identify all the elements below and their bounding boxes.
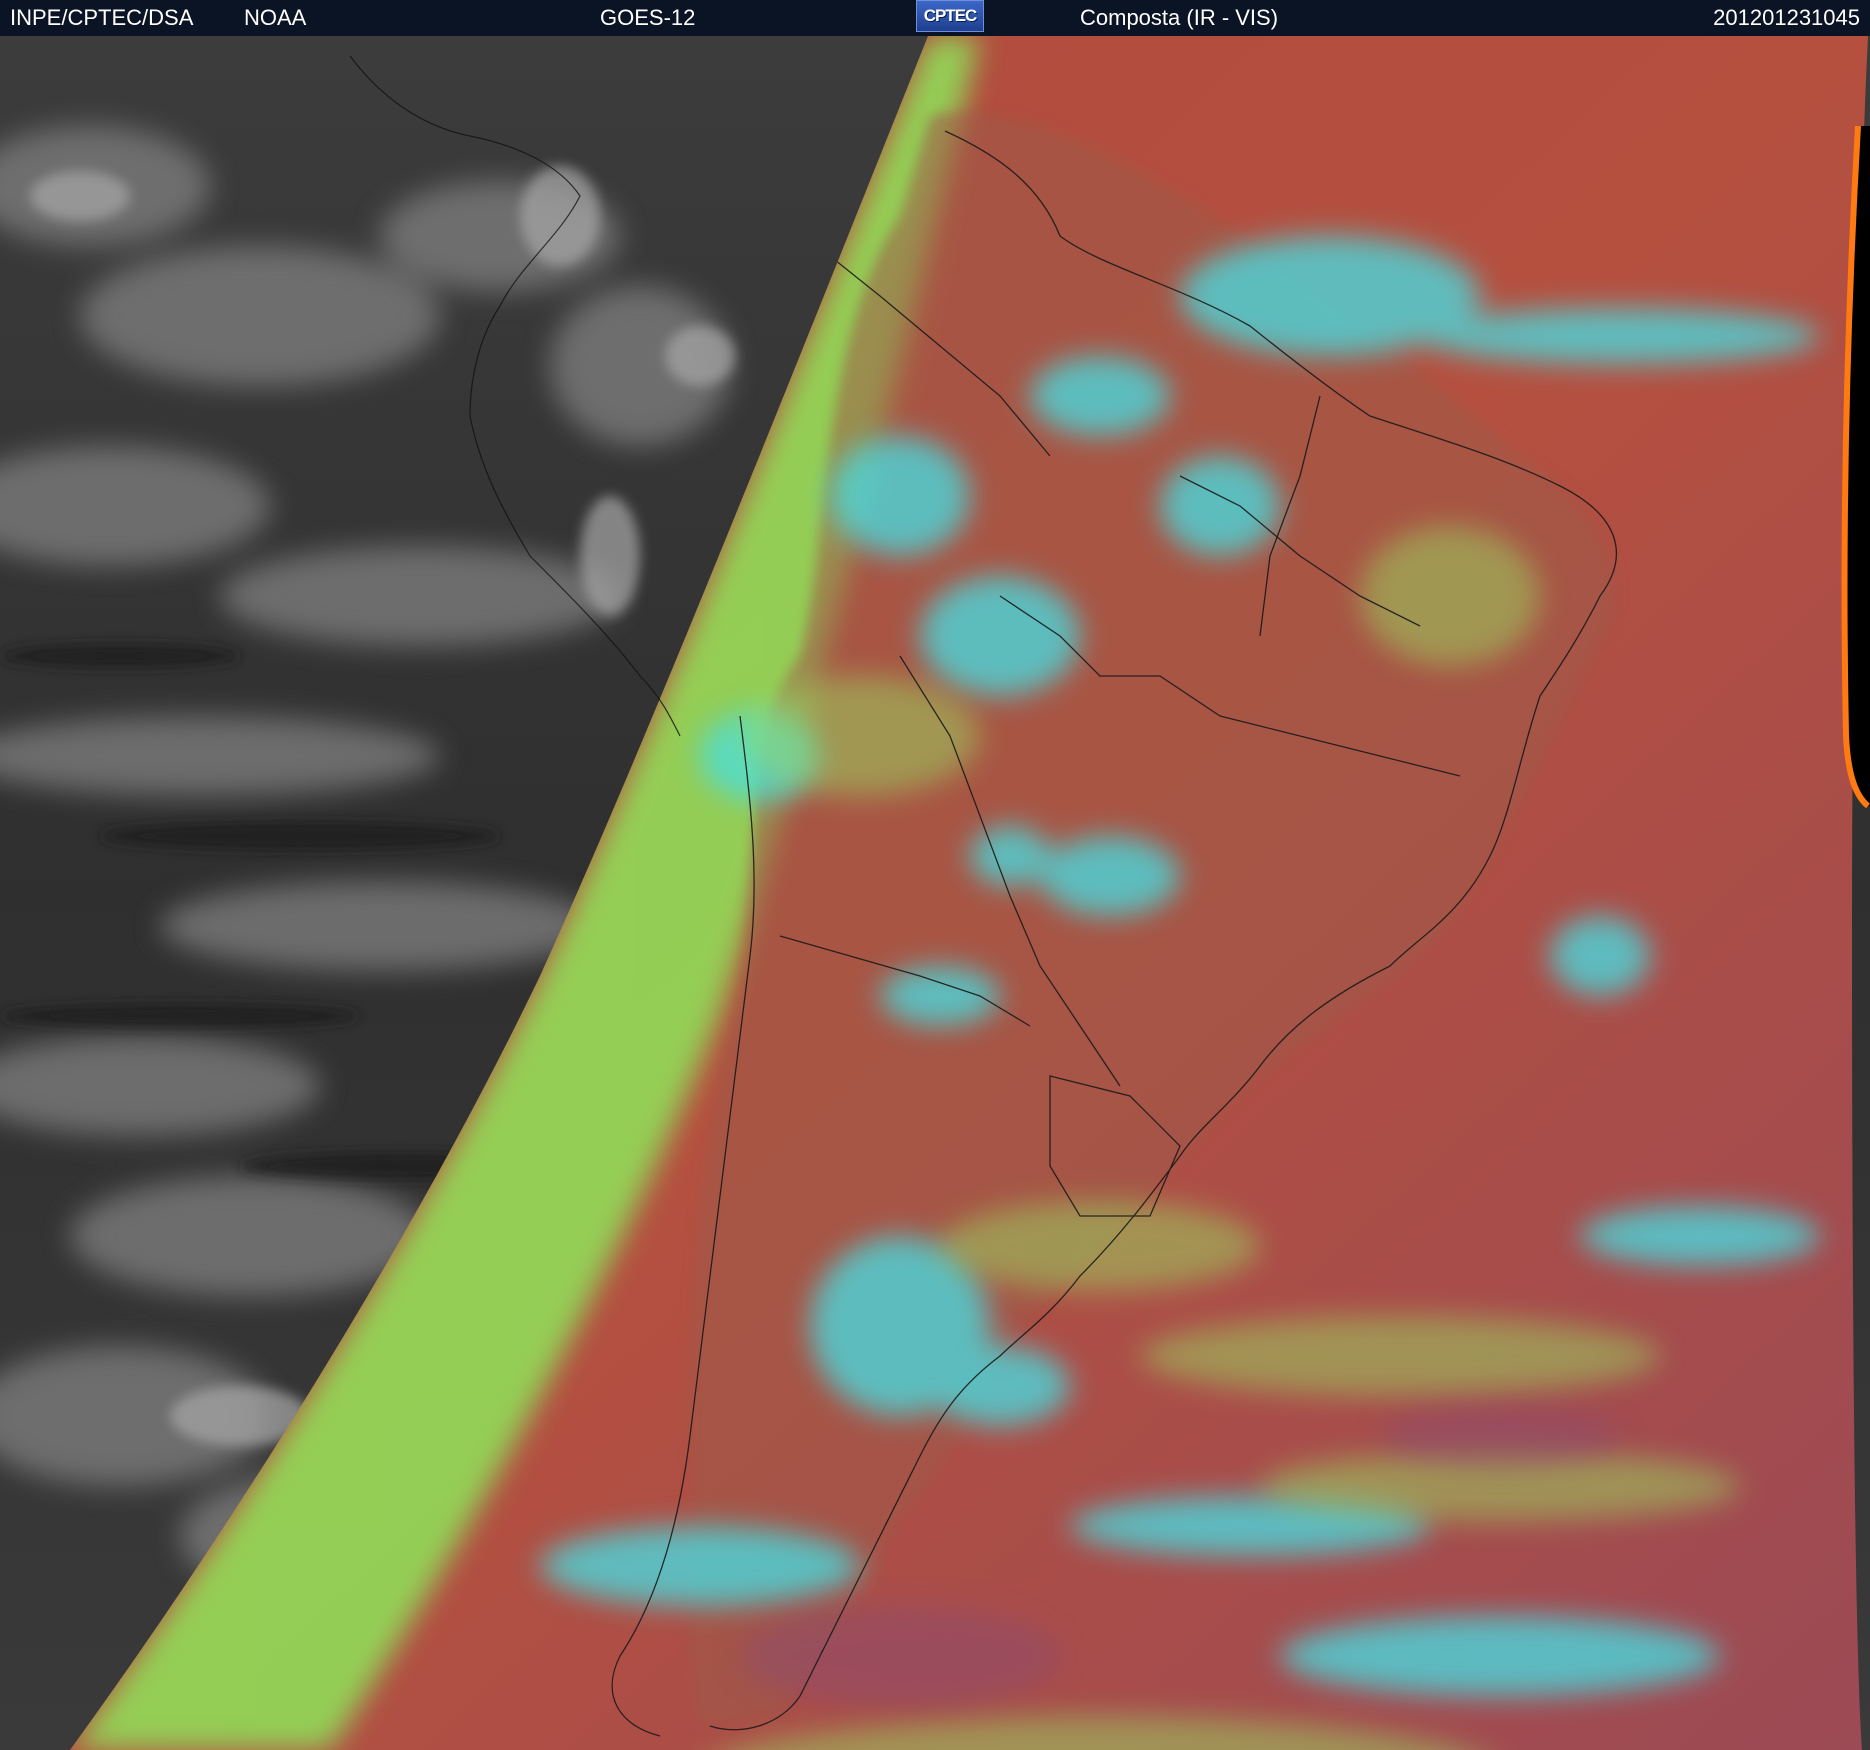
- organization-label: INPE/CPTEC/DSA: [10, 5, 194, 30]
- satellite-composite-image: [0, 36, 1870, 1750]
- satellite-label: GOES-12: [600, 5, 696, 30]
- image-header: INPE/CPTEC/DSA NOAA GOES-12 CPTEC Compos…: [0, 0, 1870, 36]
- timestamp-label: 201201231045: [1713, 5, 1860, 30]
- cptec-logo: CPTEC: [916, 0, 984, 32]
- agency-label: NOAA: [244, 5, 307, 30]
- product-label: Composta (IR - VIS): [1080, 5, 1279, 30]
